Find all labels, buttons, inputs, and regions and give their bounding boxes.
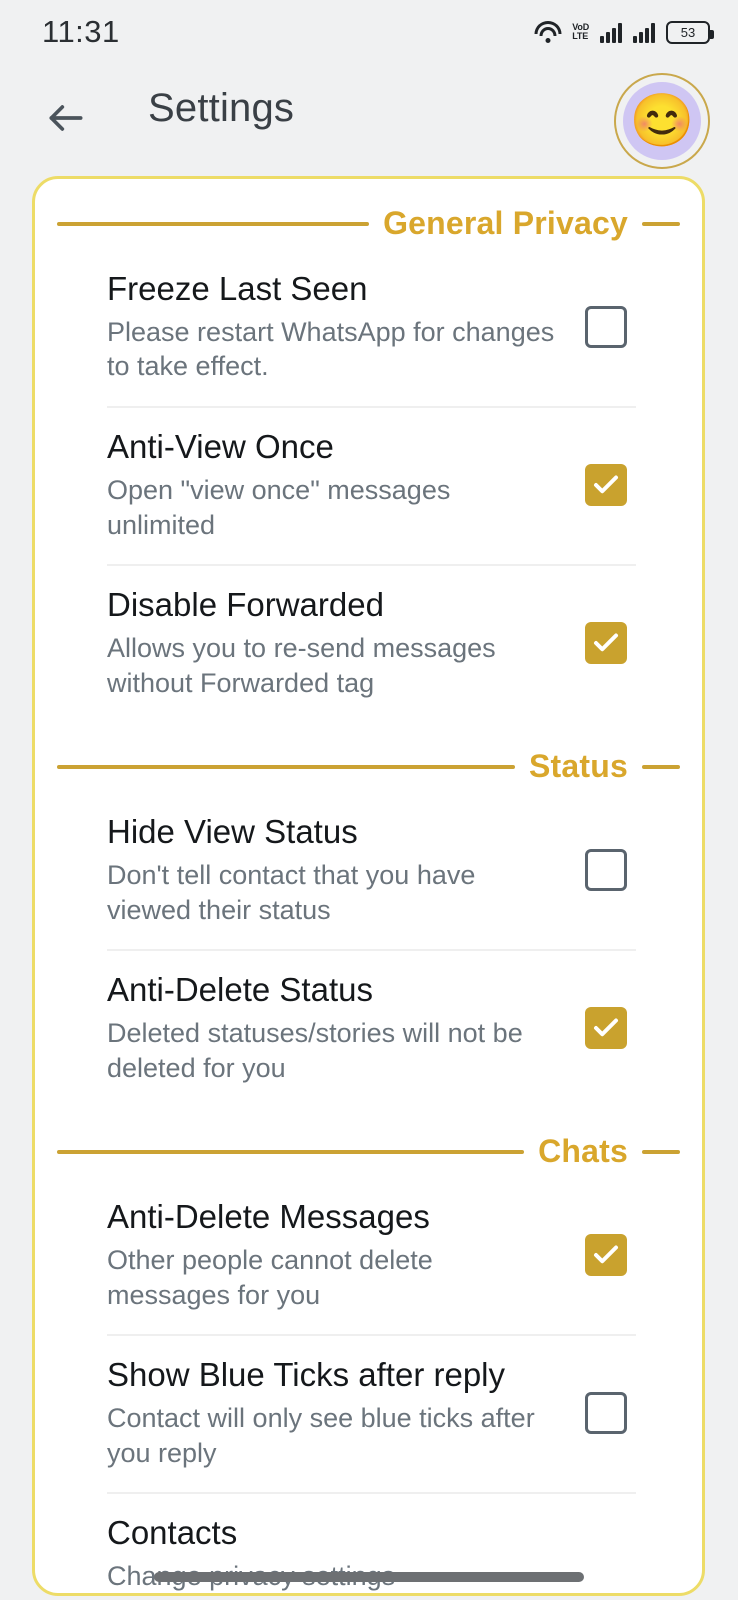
section-rule-left [57,1149,525,1154]
check-icon [594,1245,618,1264]
battery-level-label: 53 [680,24,696,40]
avatar[interactable]: 😊 [614,73,710,169]
status-bar-clock: 11:31 [42,14,120,49]
back-arrow-icon [49,105,83,131]
section-header-general-privacy: General Privacy [35,205,702,242]
setting-checkbox-wrap[interactable] [576,464,636,507]
volte-icon: VoD LTE [572,23,589,41]
setting-texts: Anti-Delete Status Deleted statuses/stori… [107,971,576,1085]
section-header-status: Status [35,748,702,785]
setting-row[interactable]: Disable Forwarded Allows you to re-send m… [107,566,636,722]
wifi-icon [534,21,562,43]
setting-texts: Disable Forwarded Allows you to re-send m… [107,586,576,700]
setting-texts: Anti-View Once Open "view once" messages … [107,428,576,542]
status-bar: 11:31 VoD LTE 53 [0,0,738,64]
setting-title: Show Blue Ticks after reply [107,1356,505,1394]
home-gesture-bar[interactable] [154,1572,584,1582]
setting-subtitle: Other people cannot delete messages for … [107,1245,433,1310]
setting-checkbox-wrap[interactable] [576,306,636,349]
section-rule-left [57,221,370,226]
section-rule-left [57,764,515,769]
checkbox-unchecked[interactable] [585,306,627,349]
settings-sections: General Privacy Freeze Last Seen Please re… [35,205,702,1593]
setting-row[interactable]: Show Blue Ticks after reply Contact will … [107,1336,636,1495]
app-bar: Settings 😊 [0,64,738,174]
checkbox-checked[interactable] [585,1234,627,1277]
check-icon [594,475,618,494]
setting-subtitle: Don't tell contact that you have viewed … [107,860,476,925]
setting-subtitle: Contact will only see blue ticks after y… [107,1403,535,1468]
setting-texts: Freeze Last Seen Please restart WhatsApp … [107,270,576,384]
setting-checkbox-wrap[interactable] [576,622,636,665]
setting-row[interactable]: Anti-Delete Status Deleted statuses/stori… [107,951,636,1107]
section-title: Status [529,748,628,785]
setting-checkbox-wrap[interactable] [576,849,636,892]
setting-subtitle: Deleted statuses/stories will not be del… [107,1018,523,1083]
checkbox-unchecked[interactable] [585,849,627,892]
check-icon [594,633,618,652]
volte-label-bottom: LTE [572,31,588,41]
smiling-face-emoji-icon: 😊 [629,92,695,150]
setting-row[interactable]: Freeze Last Seen Please restart WhatsApp … [107,250,636,409]
battery-icon: 53 [666,20,714,44]
status-bar-icons: VoD LTE 53 [534,20,714,44]
signal-bars-icon-sim2 [633,22,655,43]
setting-row[interactable]: Anti-View Once Open "view once" messages … [107,408,636,567]
setting-subtitle: Allows you to re-send messages without F… [107,633,496,698]
setting-checkbox-wrap[interactable] [576,1234,636,1277]
setting-texts: Anti-Delete Messages Other people cannot … [107,1198,576,1312]
checkbox-checked[interactable] [585,1007,627,1050]
check-icon [594,1018,618,1037]
section-header-chats: Chats [35,1133,702,1170]
section-title: Chats [538,1133,628,1170]
setting-checkbox-wrap[interactable] [576,1392,636,1435]
section-title: General Privacy [383,205,628,241]
setting-title: Disable Forwarded [107,586,384,624]
avatar-background: 😊 [623,82,701,160]
setting-title: Anti-Delete Status [107,971,373,1009]
setting-title: Contacts [107,1514,238,1552]
setting-texts: Show Blue Ticks after reply Contact will … [107,1356,576,1470]
page-title: Settings [148,86,295,130]
back-button[interactable] [36,88,96,148]
section-rule-right [642,221,680,226]
setting-texts: Hide View Status Don't tell contact that … [107,813,576,927]
section-rule-right [642,764,680,769]
setting-title: Anti-View Once [107,428,334,466]
setting-subtitle: Open "view once" messages unlimited [107,474,451,540]
checkbox-unchecked[interactable] [585,1392,627,1435]
phone-screen: 11:31 VoD LTE 53 Settings 😊 General Priv… [0,0,738,1600]
setting-row[interactable]: Hide View Status Don't tell contact that … [107,793,636,952]
signal-bars-icon-sim1 [600,22,622,43]
setting-subtitle: Please restart WhatsApp for changes to t… [107,316,555,382]
settings-card: General Privacy Freeze Last Seen Please re… [32,176,705,1596]
setting-title: Anti-Delete Messages [107,1198,430,1236]
setting-row[interactable]: Anti-Delete Messages Other people cannot … [107,1178,636,1337]
setting-checkbox-wrap[interactable] [576,1007,636,1050]
checkbox-checked[interactable] [585,622,627,665]
section-rule-right [642,1149,680,1154]
setting-title: Freeze Last Seen [107,270,368,307]
setting-title: Hide View Status [107,813,358,851]
checkbox-checked[interactable] [585,464,627,507]
